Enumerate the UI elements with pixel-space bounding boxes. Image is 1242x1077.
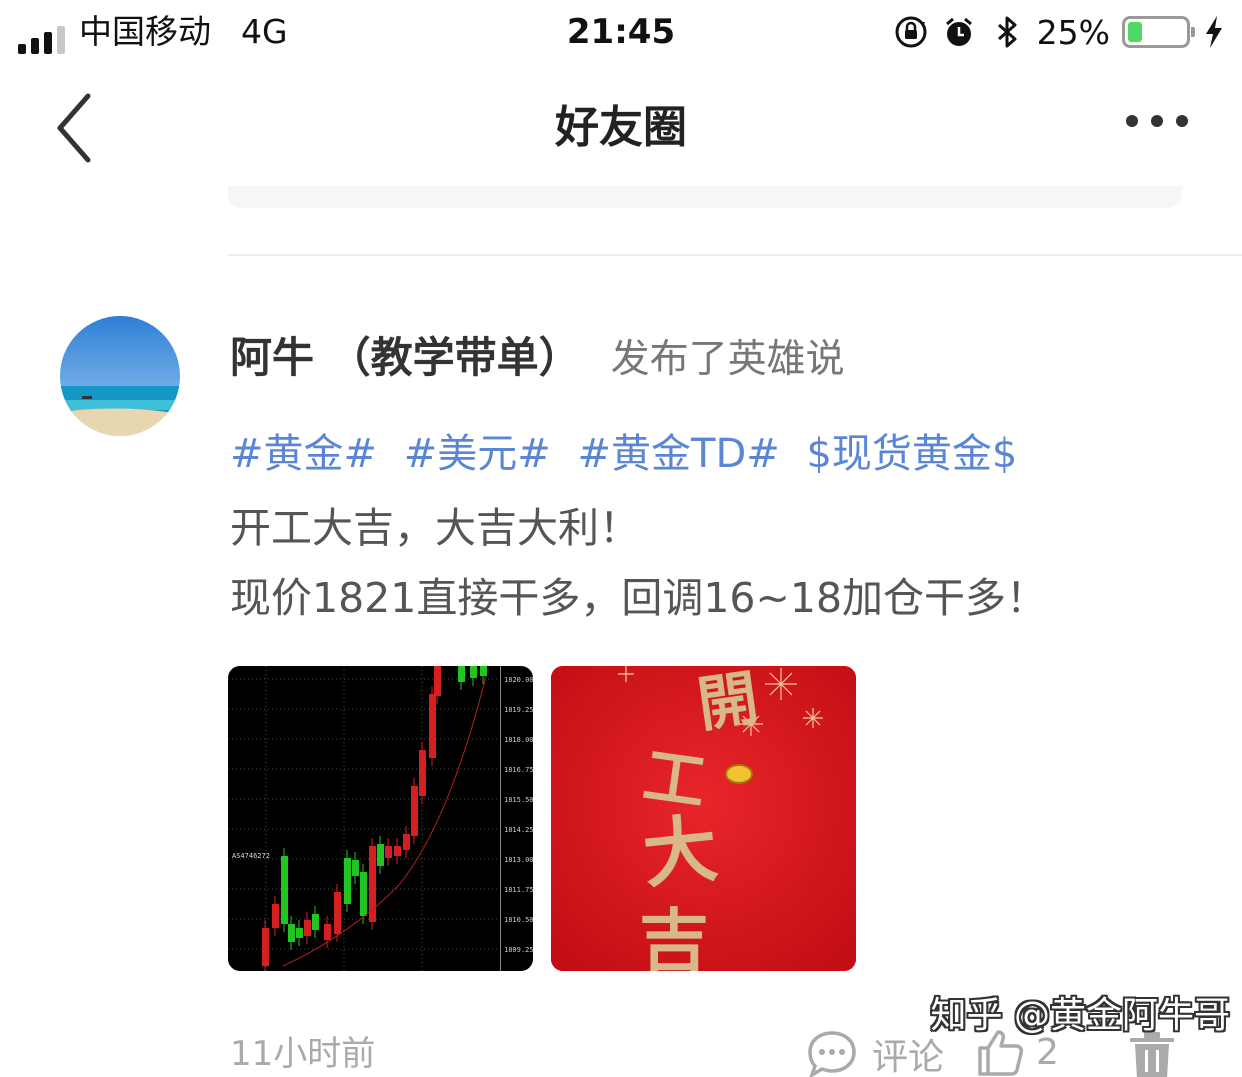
post-text-line: 现价1821直接干多，回调16~18加仓干多！ (230, 574, 1048, 622)
candle-body (344, 858, 351, 904)
candle-body (304, 920, 311, 936)
greeting-image-thumbnail[interactable]: 開 工 大 吉 (551, 666, 856, 971)
gold-ingot-icon (725, 764, 753, 784)
candle-body (385, 846, 392, 858)
candlestick-chart: 1820.00 1819.25 1818.00 1816.75 1815.50 1814.… (228, 666, 533, 971)
candle-body (262, 928, 269, 966)
candle-body (288, 924, 295, 942)
tag-link[interactable]: #美元# (404, 431, 551, 477)
chart-price-label: 1814.25 (504, 826, 533, 834)
chart-price-label: 1811.75 (504, 886, 533, 894)
candle-body (394, 846, 401, 856)
status-bar: 中国移动 4G 21:45 25% (0, 0, 1242, 66)
candle-body (312, 914, 319, 930)
candle-body (429, 694, 436, 758)
chart-price-label: 1820.00 (504, 676, 533, 684)
candle-body (272, 904, 279, 928)
post-action: 发布了英雄说 (610, 337, 845, 382)
chart-price-label: 1816.75 (504, 766, 533, 774)
candle-body (480, 666, 487, 676)
previous-post-card (228, 186, 1182, 208)
status-bar-right: 25% (893, 10, 1226, 54)
candle-body (334, 892, 341, 934)
battery-level (1128, 22, 1142, 42)
candle-body (352, 860, 359, 876)
chart-note: AS4746272 (232, 852, 270, 860)
stock-tag-link[interactable]: $现货黄金$ (806, 431, 1017, 477)
chart-image-thumbnail[interactable]: 1820.00 1819.25 1818.00 1816.75 1815.50 1814.… (228, 666, 533, 971)
nav-bar: 好友圈 (0, 66, 1242, 196)
page-title: 好友圈 (555, 102, 687, 153)
post-tags: #黄金# #美元# #黄金TD# $现货黄金$ (230, 424, 1031, 484)
candle-body (470, 666, 477, 678)
greeting-char-3: 大 (639, 806, 722, 899)
chart-price-label: 1810.50 (504, 916, 533, 924)
more-dots-icon (1126, 115, 1188, 127)
alarm-icon (945, 17, 972, 46)
candle-body (360, 872, 367, 916)
tag-link[interactable]: #黄金TD# (578, 431, 780, 477)
comment-button[interactable]: 评论 (806, 1026, 944, 1077)
candle-body (403, 834, 410, 850)
candle-body (369, 846, 376, 922)
candle-body (281, 856, 288, 924)
avatar-beach-image (60, 316, 180, 436)
orientation-lock-icon (895, 16, 927, 48)
comment-bubble-icon (808, 1031, 856, 1077)
candle-body (377, 844, 384, 866)
post-divider (228, 254, 1242, 256)
post-time: 11小时前 (230, 1034, 376, 1074)
greeting-image: 開 工 大 吉 (551, 666, 856, 971)
candle-body (434, 666, 441, 696)
chart-price-label: 1813.00 (504, 856, 533, 864)
chart-price-label: 1818.00 (504, 736, 533, 744)
greeting-char-4: 吉 (639, 900, 709, 971)
post-text-line: 开工大吉，大吉大利！ (230, 504, 640, 552)
charging-icon (1206, 16, 1222, 48)
chart-price-label: 1809.25 (504, 946, 533, 954)
candle-body (411, 786, 418, 836)
post-header: 阿牛 （教学带单） 发布了英雄说 (230, 328, 845, 388)
more-button[interactable] (1122, 106, 1192, 136)
watermark: 知乎 @黄金阿牛哥 (930, 995, 1230, 1036)
candle-body (324, 924, 331, 940)
bluetooth-icon (997, 16, 1017, 48)
chart-price-label: 1819.25 (504, 706, 533, 714)
candle-body (458, 666, 465, 682)
candle-body (296, 928, 303, 938)
battery-percent: 25% (1036, 12, 1110, 52)
author-name[interactable]: 阿牛 （教学带单） (230, 333, 581, 382)
tag-link[interactable]: #黄金# (230, 431, 377, 477)
candle-body (419, 750, 426, 796)
greeting-char-1: 開 (693, 666, 762, 741)
chart-price-label: 1815.50 (504, 796, 533, 804)
battery-icon (1122, 16, 1195, 48)
avatar[interactable] (60, 316, 180, 436)
